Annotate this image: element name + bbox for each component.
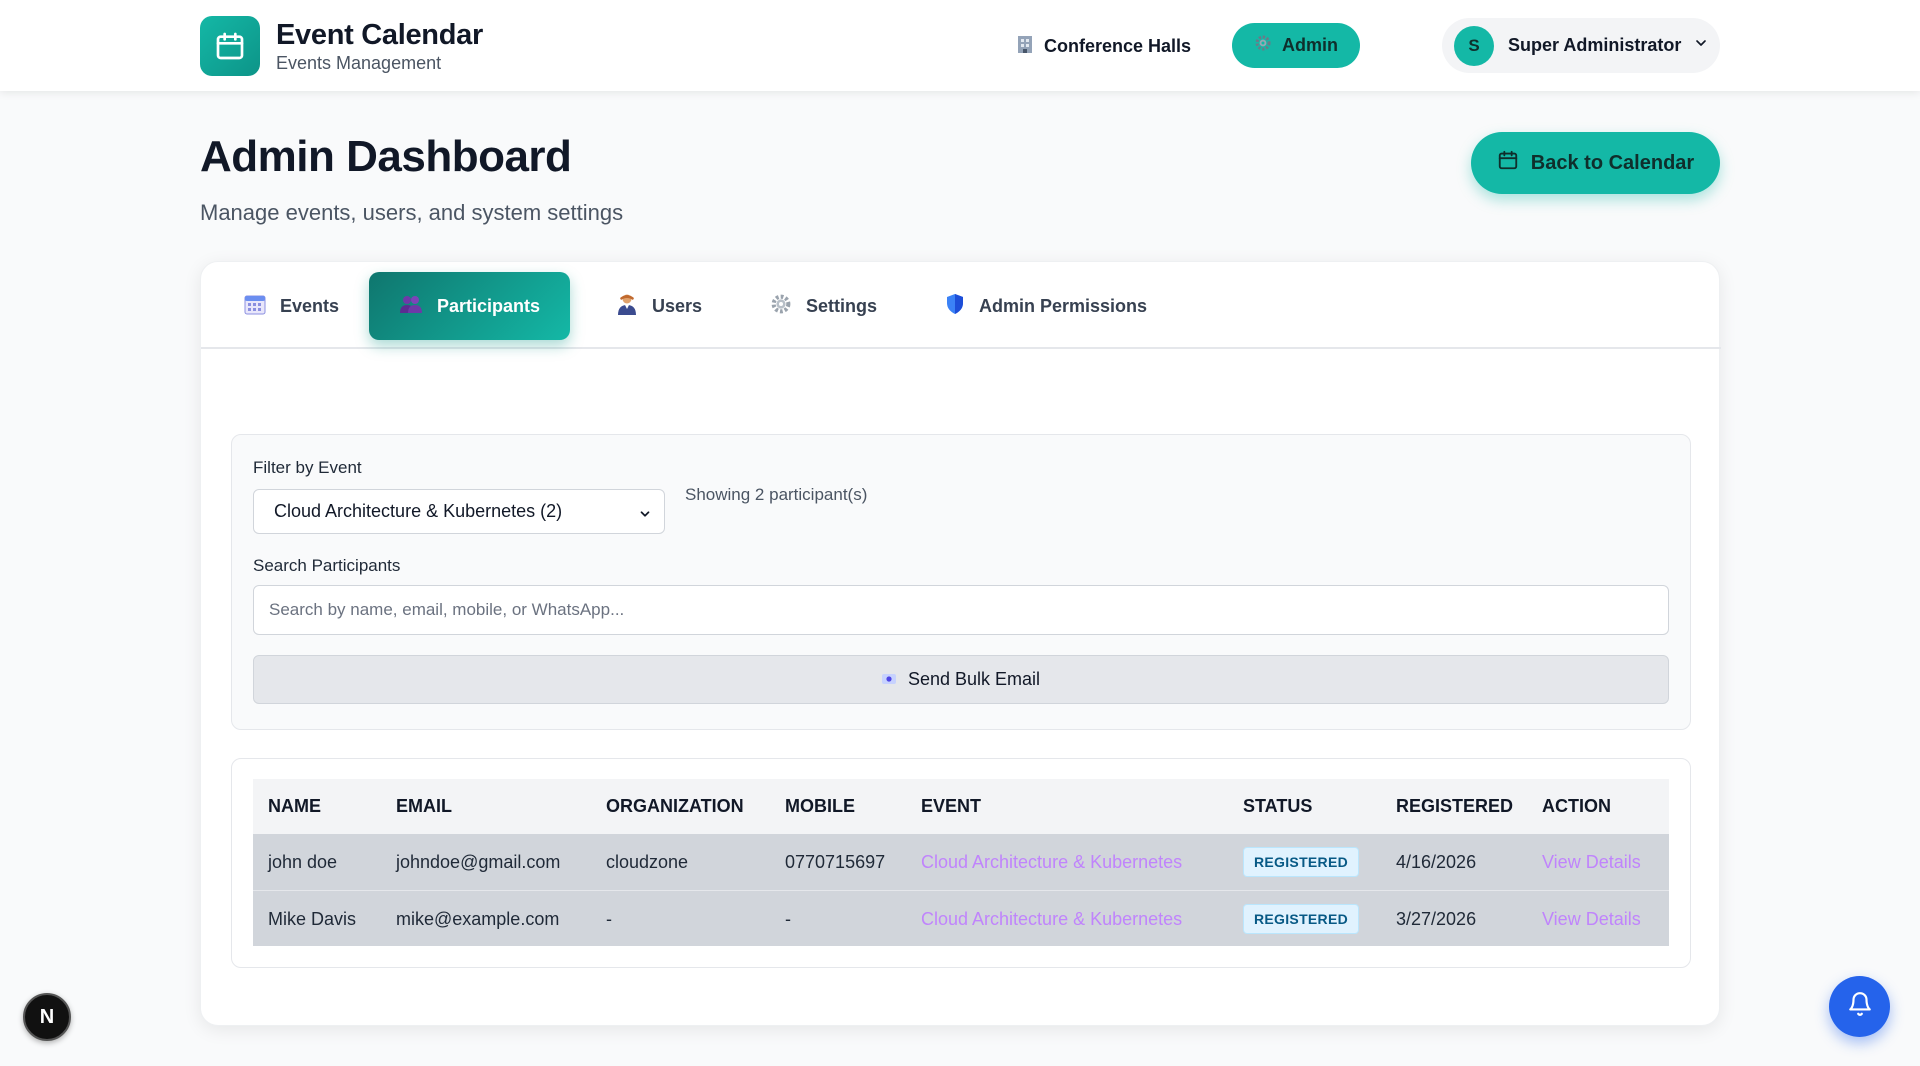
column-header-email[interactable]: EMAIL — [396, 779, 452, 834]
send-bulk-email-label: Send Bulk Email — [907, 669, 1041, 689]
search-input[interactable] — [253, 585, 1669, 635]
tab-events-label: Events — [280, 295, 340, 316]
tab-settings[interactable]: Settings — [770, 272, 877, 340]
user-icon — [616, 293, 638, 320]
email-icon — [881, 669, 896, 690]
chevron-down-icon — [1693, 35, 1709, 56]
nav-admin-label: Admin — [1282, 35, 1338, 55]
search-label: Search Participants — [253, 556, 401, 575]
avatar: S — [1454, 25, 1494, 66]
status-cell: REGISTERED — [1243, 834, 1360, 890]
user-name: Super Administrator — [1508, 35, 1682, 55]
send-bulk-email-button[interactable]: Send Bulk Email — [253, 655, 1669, 704]
calendar-logo-icon — [200, 16, 260, 76]
notifications-button[interactable] — [1829, 976, 1890, 1037]
participants-table-panel: NAME EMAIL ORGANIZATION MOBILE EVENT STA… — [231, 758, 1691, 968]
participant-email: mike@example.com — [396, 908, 560, 929]
column-header-event[interactable]: EVENT — [921, 779, 981, 834]
status-badge: REGISTERED — [1243, 847, 1360, 877]
view-details-link[interactable]: View Details — [1542, 834, 1641, 890]
column-header-name[interactable]: NAME — [268, 779, 321, 834]
tab-users[interactable]: Users — [616, 272, 702, 340]
column-header-mobile[interactable]: MOBILE — [785, 779, 855, 834]
people-icon — [399, 294, 423, 319]
top-navbar: Event Calendar Events Management Confere… — [0, 0, 1920, 91]
participant-name: Mike Davis — [268, 908, 357, 929]
tab-bar: Events Participants Users Settings Admin… — [201, 262, 1721, 349]
tab-participants[interactable]: Participants — [369, 272, 571, 340]
tab-settings-label: Settings — [806, 295, 878, 316]
status-badge: REGISTERED — [1243, 904, 1360, 934]
gear-icon — [770, 293, 792, 320]
participant-email: johndoe@gmail.com — [396, 851, 561, 872]
table-row[interactable]: john doe johndoe@gmail.com cloudzone 077… — [253, 834, 1669, 890]
nav-conference-halls[interactable]: Conference Halls — [1016, 30, 1191, 62]
tab-admin-permissions[interactable]: Admin Permissions — [945, 272, 1147, 340]
participant-name: john doe — [268, 851, 338, 872]
bell-icon — [1847, 991, 1873, 1022]
brand[interactable]: Event Calendar Events Management — [200, 16, 483, 76]
page-title: Admin Dashboard — [200, 132, 572, 181]
participant-event-link[interactable]: Cloud Architecture & Kubernetes — [921, 834, 1182, 890]
dev-tools-badge[interactable]: N — [23, 993, 71, 1041]
page-subtitle: Manage events, users, and system setting… — [200, 200, 624, 225]
chevron-down-icon — [638, 505, 652, 526]
nav-conference-halls-label: Conference Halls — [1044, 35, 1192, 56]
column-header-status[interactable]: STATUS — [1243, 779, 1312, 834]
column-header-registered[interactable]: REGISTERED — [1396, 779, 1513, 834]
tab-users-label: Users — [652, 295, 703, 316]
gear-icon — [1254, 34, 1272, 57]
tab-participants-label: Participants — [437, 295, 541, 316]
building-icon — [1016, 34, 1034, 59]
table-row[interactable]: Mike Davis mike@example.com - - Cloud Ar… — [253, 890, 1669, 946]
participant-count: Showing 2 participant(s) — [685, 485, 868, 504]
column-header-organization[interactable]: ORGANIZATION — [606, 779, 744, 834]
participants-table: NAME EMAIL ORGANIZATION MOBILE EVENT STA… — [253, 779, 1669, 946]
event-filter-select[interactable]: Cloud Architecture & Kubernetes (2) — [253, 489, 665, 534]
status-cell: REGISTERED — [1243, 891, 1360, 947]
filter-event-label: Filter by Event — [253, 458, 362, 477]
calendar-icon — [244, 293, 266, 320]
view-details-link[interactable]: View Details — [1542, 891, 1641, 947]
registered-date: 4/16/2026 — [1396, 851, 1477, 872]
table-header: NAME EMAIL ORGANIZATION MOBILE EVENT STA… — [253, 779, 1669, 834]
participant-mobile: 0770715697 — [785, 851, 886, 872]
tab-admin-permissions-label: Admin Permissions — [979, 295, 1148, 316]
user-menu[interactable]: S Super Administrator — [1442, 18, 1720, 73]
filter-panel: Filter by Event Cloud Architecture & Kub… — [231, 434, 1691, 730]
column-header-action: ACTION — [1542, 796, 1611, 816]
calendar-icon — [1497, 149, 1519, 177]
back-to-calendar-label: Back to Calendar — [1530, 151, 1695, 174]
app-title: Event Calendar — [276, 19, 483, 51]
participant-organization: cloudzone — [606, 851, 689, 872]
participant-organization: - — [606, 908, 612, 929]
back-to-calendar-button[interactable]: Back to Calendar — [1471, 132, 1720, 194]
tab-events[interactable]: Events — [244, 272, 339, 340]
event-filter-value: Cloud Architecture & Kubernetes (2) — [274, 501, 563, 521]
nav-admin[interactable]: Admin — [1232, 23, 1360, 68]
registered-date: 3/27/2026 — [1396, 908, 1477, 929]
app-subtitle: Events Management — [276, 53, 442, 73]
shield-icon — [945, 293, 965, 320]
participant-mobile: - — [785, 908, 791, 929]
admin-panel: Events Participants Users Settings Admin… — [200, 261, 1721, 1026]
participant-event-link[interactable]: Cloud Architecture & Kubernetes — [921, 891, 1182, 947]
